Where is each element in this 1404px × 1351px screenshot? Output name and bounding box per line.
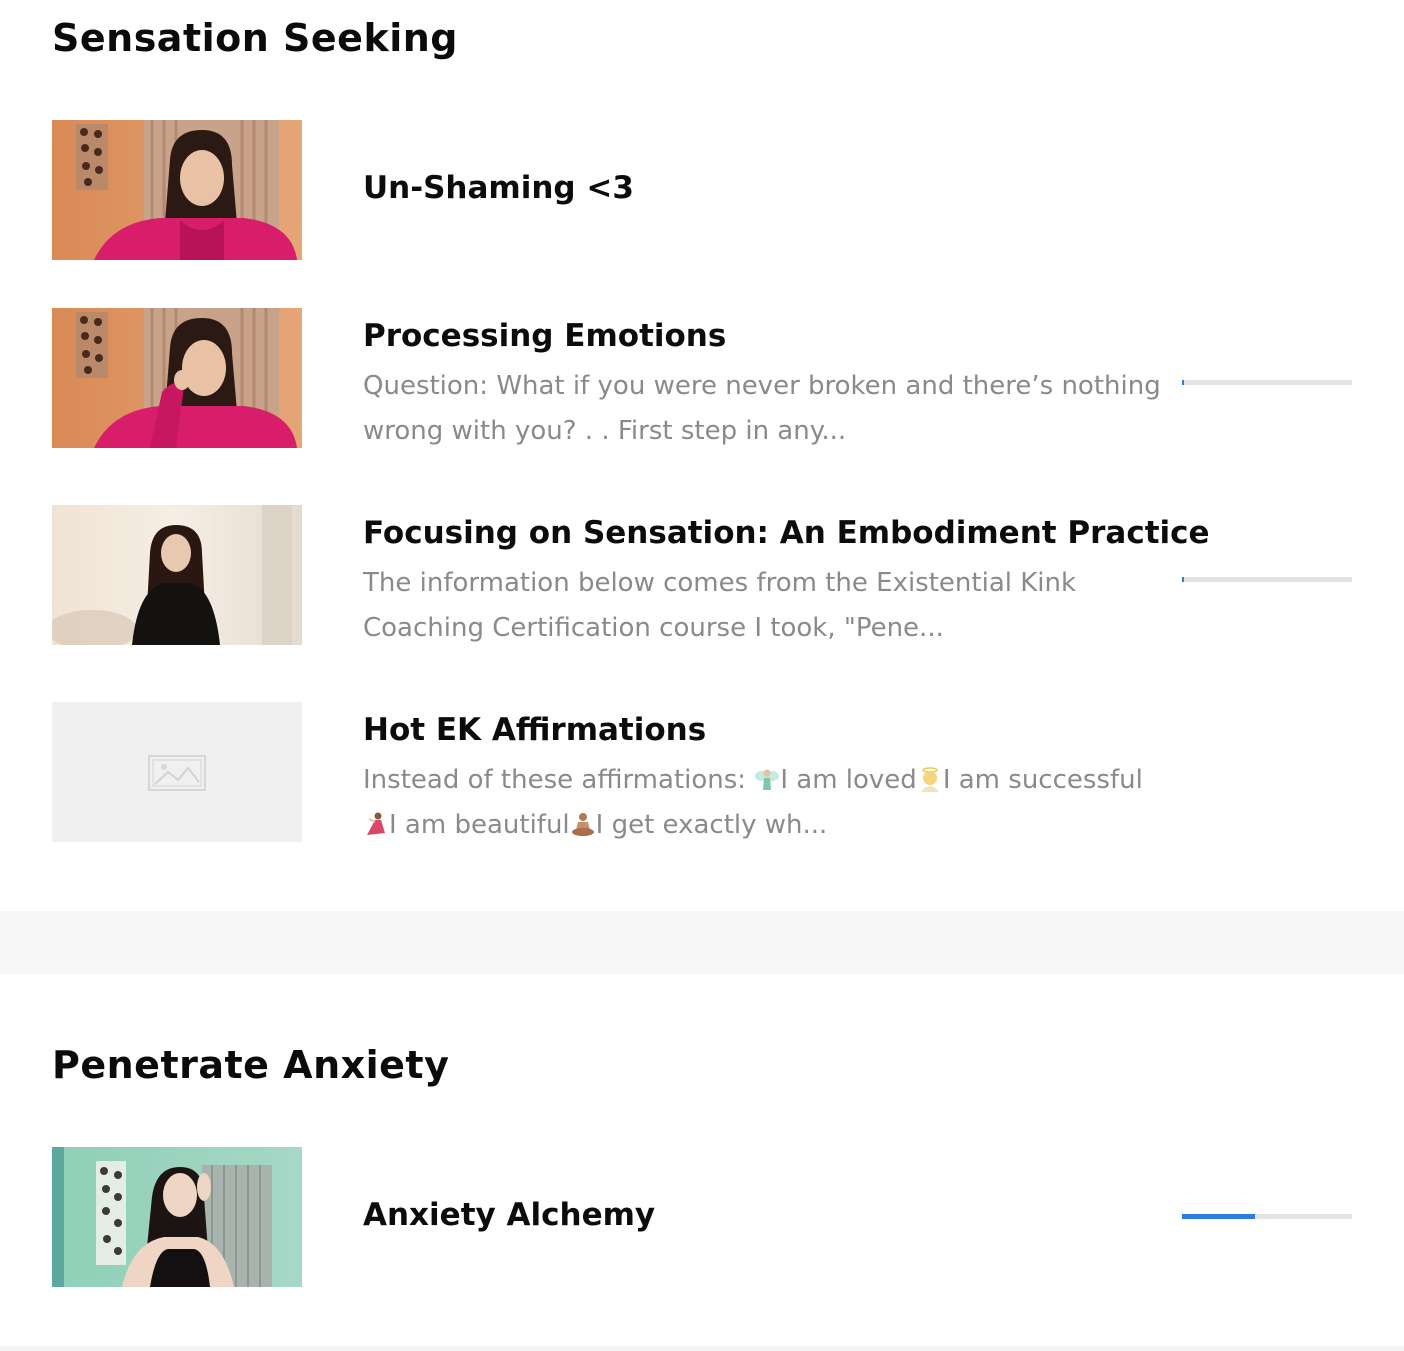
lesson-title[interactable]: Hot EK Affirmations xyxy=(363,710,1163,750)
video-thumbnail-woman-pink-sweater xyxy=(52,120,302,260)
lesson-title[interactable]: Processing Emotions xyxy=(363,316,1163,356)
lesson-text: Focusing on Sensation: An Embodiment Pra… xyxy=(363,513,1210,651)
meditation-emoji xyxy=(571,813,594,836)
progress-fill xyxy=(1182,577,1184,582)
section-divider xyxy=(0,911,1404,974)
lesson-title[interactable]: Focusing on Sensation: An Embodiment Pra… xyxy=(363,513,1210,553)
description-text: I am beautiful xyxy=(389,810,570,840)
lesson-title[interactable]: Un-Shaming <3 xyxy=(363,168,1163,208)
lesson-text: Processing Emotions Question: What if yo… xyxy=(363,316,1163,454)
video-thumbnail-woman-thinking xyxy=(52,308,302,448)
lesson-item-hot-ek-affirmations[interactable]: Hot EK Affirmations Instead of these aff… xyxy=(0,702,1404,844)
lesson-item-un-shaming[interactable]: Un-Shaming <3 xyxy=(0,120,1404,262)
description-text: Instead of these affirmations: xyxy=(363,765,755,795)
section-title: Sensation Seeking xyxy=(52,16,458,60)
section-title: Penetrate Anxiety xyxy=(52,1043,450,1087)
lesson-description: Question: What if you were never broken … xyxy=(363,371,1161,446)
lesson-description: Instead of these affirmations: I am love… xyxy=(363,758,1163,848)
dancer-emoji xyxy=(367,812,385,835)
lesson-description: The information below comes from the Exi… xyxy=(363,568,1077,643)
lesson-thumbnail[interactable] xyxy=(52,120,302,260)
description-text: I am successful xyxy=(942,765,1143,795)
lesson-item-focusing-on-sensation[interactable]: Focusing on Sensation: An Embodiment Pra… xyxy=(0,505,1404,647)
description-text: I get exactly wh... xyxy=(595,810,828,840)
lesson-thumbnail[interactable] xyxy=(52,505,302,645)
fairy-emoji xyxy=(755,769,780,790)
progress-bar xyxy=(1182,577,1352,582)
section-penetrate-anxiety: Penetrate Anxiety Anxiety Alchemy xyxy=(0,1030,1404,1330)
description-text: I am loved xyxy=(780,765,917,795)
video-thumbnail-woman-green-room xyxy=(52,1147,302,1287)
lesson-item-anxiety-alchemy[interactable]: Anxiety Alchemy xyxy=(0,1147,1404,1289)
video-thumbnail-woman-black-top xyxy=(52,505,302,645)
progress-bar xyxy=(1182,1214,1352,1219)
image-placeholder-icon xyxy=(52,702,302,842)
page-bottom-border xyxy=(0,1346,1404,1351)
lesson-thumbnail[interactable] xyxy=(52,308,302,448)
lesson-text: Hot EK Affirmations Instead of these aff… xyxy=(363,710,1163,848)
progress-fill xyxy=(1182,1214,1255,1219)
lesson-text: Un-Shaming <3 xyxy=(363,168,1163,208)
progress-bar xyxy=(1182,380,1352,385)
lesson-thumbnail[interactable] xyxy=(52,702,302,842)
lesson-text: Anxiety Alchemy xyxy=(363,1195,1163,1235)
section-sensation-seeking: Sensation Seeking Un-Shaming <3 Processi… xyxy=(0,0,1404,900)
lesson-item-processing-emotions[interactable]: Processing Emotions Question: What if yo… xyxy=(0,308,1404,450)
lesson-thumbnail[interactable] xyxy=(52,1147,302,1287)
lesson-title[interactable]: Anxiety Alchemy xyxy=(363,1195,1163,1235)
angel-emoji xyxy=(920,767,939,792)
progress-fill xyxy=(1182,380,1184,385)
